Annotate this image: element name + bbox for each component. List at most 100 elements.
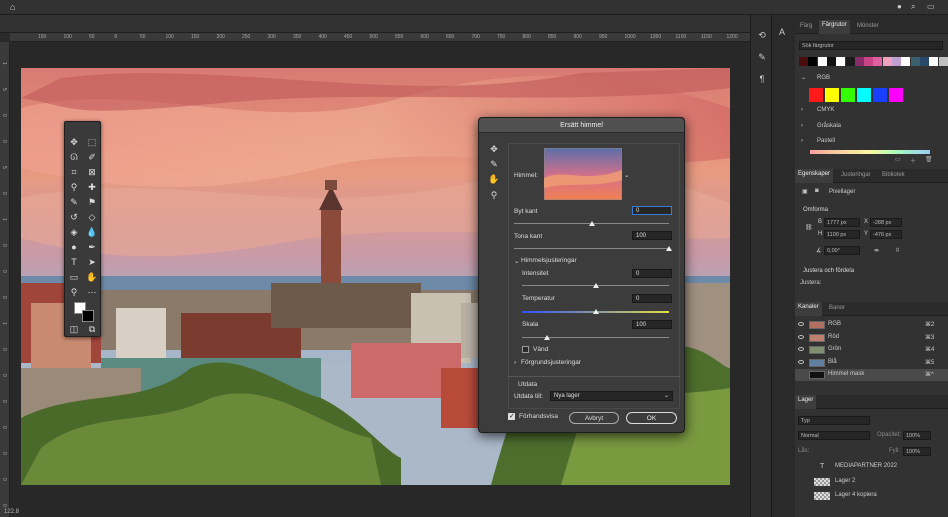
color-swatch[interactable] xyxy=(825,88,839,102)
channel-row[interactable]: Röd ⌘3 xyxy=(795,332,948,344)
scale-input[interactable]: 100 xyxy=(632,320,672,329)
fill-field[interactable]: 100% xyxy=(903,447,931,456)
new-group-icon[interactable]: ▭ xyxy=(895,156,901,163)
brush-settings-icon[interactable]: ✎ xyxy=(756,51,768,63)
y-field[interactable]: -476 px xyxy=(870,230,902,239)
channel-row[interactable]: Himmel mask ⌘^ xyxy=(795,369,948,381)
tab-libraries[interactable]: Bibliotek xyxy=(882,172,905,178)
shape-tool-icon[interactable]: ▭ xyxy=(68,271,80,283)
color-swatch[interactable] xyxy=(873,57,883,66)
eye-icon[interactable] xyxy=(798,347,804,351)
width-field[interactable]: 1777 px xyxy=(824,218,860,227)
swatch-group-grayscale[interactable]: Gråskala xyxy=(817,123,841,129)
ok-button[interactable]: OK xyxy=(626,412,677,424)
paragraph-icon[interactable]: ¶ xyxy=(756,73,768,85)
brightness-input[interactable]: 0 xyxy=(632,269,672,278)
zoom-tool-icon[interactable]: ⚲ xyxy=(488,189,500,201)
layer-row[interactable]: T MEDIAPARTNER 2022 xyxy=(795,461,948,473)
scale-slider[interactable] xyxy=(543,335,550,340)
chevron-down-icon[interactable]: ⌄ xyxy=(801,74,806,81)
color-swatch[interactable] xyxy=(854,57,864,66)
eye-icon[interactable] xyxy=(798,322,804,326)
chevron-right-icon[interactable]: › xyxy=(801,123,803,129)
color-swatch[interactable] xyxy=(809,88,823,102)
tab-patterns[interactable]: Mönster xyxy=(857,23,879,29)
foreground-adjustments-heading[interactable]: Förgrundsjusteringar xyxy=(521,359,581,366)
character-icon[interactable]: A xyxy=(779,27,785,37)
swatch-search-input[interactable]: Sök färgrutor xyxy=(799,41,943,50)
home-icon[interactable]: ⌂ xyxy=(10,2,15,12)
search-icon[interactable]: ⌕ xyxy=(911,2,915,12)
color-swatch[interactable] xyxy=(938,57,948,66)
chevron-down-icon[interactable]: ⌄ xyxy=(514,257,519,265)
color-swatch[interactable] xyxy=(817,57,827,66)
type-tool-icon[interactable]: T xyxy=(68,256,80,268)
flip-horizontal-icon[interactable]: ⇹ xyxy=(874,247,879,254)
chevron-right-icon[interactable]: › xyxy=(801,138,803,144)
color-swatch[interactable] xyxy=(808,57,818,66)
sky-move-tool-icon[interactable]: ✥ xyxy=(488,143,500,155)
swatch-group-cmyk[interactable]: CMYK xyxy=(817,107,834,113)
healing-tool-icon[interactable]: ✚ xyxy=(86,181,98,193)
angle-field[interactable]: 0,00° xyxy=(824,246,860,255)
eye-icon[interactable] xyxy=(798,359,804,364)
eyedropper-tool-icon[interactable]: ⚲ xyxy=(68,181,80,193)
channel-row[interactable]: RGB ⌘2 xyxy=(795,319,948,331)
zoom-tool-icon[interactable]: ⚲ xyxy=(68,286,80,298)
temperature-input[interactable]: 0 xyxy=(632,294,672,303)
color-swatch[interactable] xyxy=(882,57,892,66)
sky-preset-thumbnail[interactable] xyxy=(544,148,622,200)
fade-edge-track[interactable] xyxy=(514,248,669,249)
history-brush-icon[interactable]: ↺ xyxy=(68,211,80,223)
color-swatch[interactable] xyxy=(845,57,855,66)
tab-properties[interactable]: Egenskaper xyxy=(795,169,834,183)
quick-select-tool-icon[interactable]: ✐ xyxy=(86,151,98,163)
trash-icon[interactable]: 🗑 xyxy=(925,156,933,163)
blur-tool-icon[interactable]: 💧 xyxy=(86,226,98,238)
tab-color[interactable]: Färg xyxy=(800,23,812,29)
flip-checkbox[interactable] xyxy=(522,346,529,353)
color-swatch[interactable] xyxy=(889,88,903,102)
shift-edge-input[interactable]: 0 xyxy=(632,206,672,215)
brush-tool-icon[interactable]: ✎ xyxy=(68,196,80,208)
tab-layers[interactable]: Lager xyxy=(795,395,817,409)
opacity-field[interactable]: 100% xyxy=(903,431,931,440)
brightness-slider[interactable] xyxy=(592,283,599,288)
color-swatch[interactable] xyxy=(873,88,887,102)
tab-swatches[interactable]: Färgrutor xyxy=(819,20,850,34)
hand-tool-icon[interactable]: ✋ xyxy=(488,173,500,185)
zoom-level[interactable]: 122,8 xyxy=(4,509,19,515)
layer-filter-kind[interactable]: Typ xyxy=(798,416,870,425)
swatch-group-pastel[interactable]: Pastell xyxy=(817,138,835,144)
preview-checkbox[interactable]: ✓ xyxy=(508,413,515,420)
color-swatch[interactable] xyxy=(841,88,855,102)
blend-mode-select[interactable]: Normal xyxy=(798,431,870,440)
output-to-select[interactable]: Nya lager ⌄ xyxy=(550,391,673,401)
sky-brush-tool-icon[interactable]: ✎ xyxy=(488,158,500,170)
more-tools-icon[interactable]: ⋯ xyxy=(86,286,98,298)
color-swatch[interactable] xyxy=(910,57,920,66)
tab-channels[interactable]: Kanaler xyxy=(795,302,822,316)
x-field[interactable]: -288 px xyxy=(870,218,902,227)
eye-icon[interactable] xyxy=(798,334,804,339)
shift-edge-slider[interactable] xyxy=(588,221,595,226)
layer-row[interactable]: Lager 4 kopiera xyxy=(795,490,948,502)
move-tool-icon[interactable]: ✥ xyxy=(68,136,80,148)
path-select-icon[interactable]: ➤ xyxy=(86,256,98,268)
color-swatch[interactable] xyxy=(929,57,939,66)
new-swatch-icon[interactable]: ＋ xyxy=(910,156,916,165)
color-swatch[interactable] xyxy=(901,57,911,66)
tab-adjustments[interactable]: Justeringar xyxy=(841,172,871,178)
cancel-button[interactable]: Avbryt xyxy=(569,412,619,424)
color-swatch[interactable] xyxy=(857,88,871,102)
color-swatch[interactable] xyxy=(892,57,901,66)
screen-mode-icon[interactable]: ⧉ xyxy=(86,323,98,335)
frame-tool-icon[interactable]: ⊠ xyxy=(86,166,98,178)
account-icon[interactable]: ● xyxy=(897,2,902,11)
height-field[interactable]: 1100 px xyxy=(824,230,860,239)
channel-row[interactable]: Grön ⌘4 xyxy=(795,344,948,356)
layer-row[interactable]: Lager 2 xyxy=(795,476,948,488)
link-icon[interactable]: ⛓ xyxy=(805,224,813,231)
workspace-icon[interactable]: ▭ xyxy=(927,2,935,11)
color-swatch[interactable] xyxy=(826,57,836,66)
